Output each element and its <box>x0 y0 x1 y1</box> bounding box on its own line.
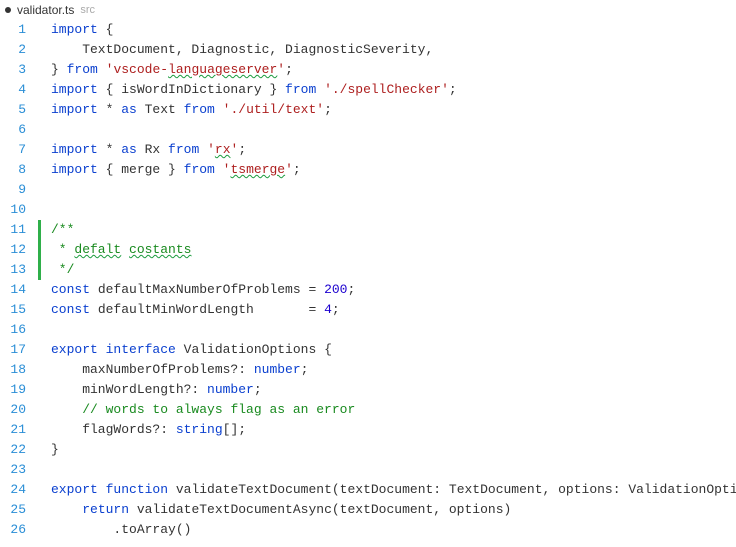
line-number: 12 <box>0 240 26 260</box>
line-number: 13 <box>0 260 26 280</box>
line-number: 6 <box>0 120 26 140</box>
code-line[interactable]: export interface ValidationOptions { <box>51 340 736 360</box>
code-line[interactable] <box>51 460 736 480</box>
code-editor[interactable]: 1234567891011121314151617181920212223242… <box>0 20 736 547</box>
line-number: 3 <box>0 60 26 80</box>
code-line[interactable]: } <box>51 440 736 460</box>
line-number: 2 <box>0 40 26 60</box>
code-line[interactable] <box>51 200 736 220</box>
line-number: 23 <box>0 460 26 480</box>
code-line[interactable]: /** <box>51 220 736 240</box>
code-line[interactable]: * defalt costants <box>51 240 736 260</box>
line-number: 7 <box>0 140 26 160</box>
code-line[interactable]: TextDocument, Diagnostic, DiagnosticSeve… <box>51 40 736 60</box>
line-number: 24 <box>0 480 26 500</box>
line-number: 8 <box>0 160 26 180</box>
code-line[interactable]: const defaultMaxNumberOfProblems = 200; <box>51 280 736 300</box>
line-number: 11 <box>0 220 26 240</box>
line-number: 17 <box>0 340 26 360</box>
code-line[interactable]: return validateTextDocumentAsync(textDoc… <box>51 500 736 520</box>
dirty-indicator-icon <box>5 7 11 13</box>
line-number: 19 <box>0 380 26 400</box>
code-line[interactable]: import { <box>51 20 736 40</box>
line-number: 9 <box>0 180 26 200</box>
code-line[interactable]: import { isWordInDictionary } from './sp… <box>51 80 736 100</box>
line-number: 21 <box>0 420 26 440</box>
code-line[interactable]: .toArray() <box>51 520 736 540</box>
line-number-gutter: 1234567891011121314151617181920212223242… <box>0 20 38 547</box>
line-number: 5 <box>0 100 26 120</box>
code-line[interactable] <box>51 180 736 200</box>
line-number: 20 <box>0 400 26 420</box>
code-area[interactable]: import { TextDocument, Diagnostic, Diagn… <box>41 20 736 547</box>
line-number: 16 <box>0 320 26 340</box>
line-number: 1 <box>0 20 26 40</box>
line-number: 14 <box>0 280 26 300</box>
code-line[interactable]: import * as Text from './util/text'; <box>51 100 736 120</box>
line-number: 15 <box>0 300 26 320</box>
code-line[interactable]: } from 'vscode-languageserver'; <box>51 60 736 80</box>
code-line[interactable]: flagWords?: string[]; <box>51 420 736 440</box>
line-number: 25 <box>0 500 26 520</box>
line-number: 26 <box>0 520 26 540</box>
code-line[interactable] <box>51 320 736 340</box>
editor-tab[interactable]: validator.ts src <box>0 0 736 20</box>
code-line[interactable]: import * as Rx from 'rx'; <box>51 140 736 160</box>
line-number: 4 <box>0 80 26 100</box>
code-line[interactable]: // words to always flag as an error <box>51 400 736 420</box>
tab-path: src <box>80 4 95 16</box>
code-line[interactable]: const defaultMinWordLength = 4; <box>51 300 736 320</box>
code-line[interactable]: import { merge } from 'tsmerge'; <box>51 160 736 180</box>
line-number: 22 <box>0 440 26 460</box>
code-line[interactable]: maxNumberOfProblems?: number; <box>51 360 736 380</box>
code-line[interactable]: export function validateTextDocument(tex… <box>51 480 736 500</box>
line-number: 18 <box>0 360 26 380</box>
tab-title: validator.ts <box>17 3 74 17</box>
code-line[interactable] <box>51 120 736 140</box>
line-number: 10 <box>0 200 26 220</box>
code-line[interactable]: minWordLength?: number; <box>51 380 736 400</box>
code-line[interactable]: */ <box>51 260 736 280</box>
